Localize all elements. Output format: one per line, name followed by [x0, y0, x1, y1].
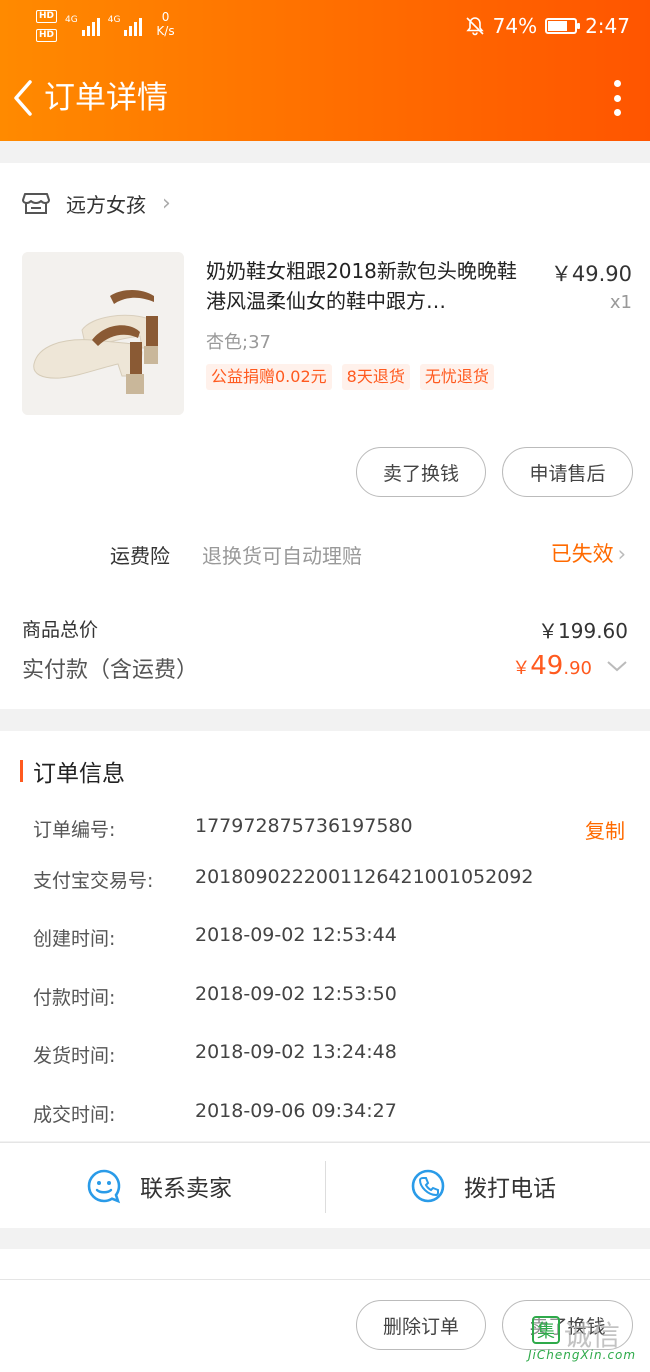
info-value: 2018-09-02 12:53:50 [195, 983, 397, 1005]
product-spec: 杏色;37 [206, 332, 271, 353]
tag-8day-return: 8天退货 [341, 364, 410, 390]
network-label: 4G [107, 15, 121, 25]
info-label: 付款时间: [33, 987, 116, 1009]
info-label: 支付宝交易号: [33, 870, 154, 892]
goods-total-label: 商品总价 [22, 619, 99, 641]
status-right: 74% 2:47 [465, 14, 630, 38]
tag-worry-free-return: 无忧退货 [419, 364, 494, 390]
paid-integer: 49 [530, 651, 564, 681]
paid-currency: ￥ [512, 658, 531, 679]
product-quantity: x1 [609, 292, 632, 313]
more-menu-icon[interactable] [612, 80, 622, 116]
divider [0, 1279, 650, 1280]
paid-decimal: .90 [563, 658, 592, 679]
insurance-label: 运费险 [110, 544, 170, 568]
hd-indicators: HD HD [36, 10, 58, 42]
contact-seller-label: 联系卖家 [140, 1176, 232, 1202]
divider [325, 1161, 326, 1213]
network-speed: 0 K/s [156, 10, 174, 38]
mute-bell-icon [465, 17, 484, 36]
hd-badge: HD [36, 29, 58, 42]
paid-amount-value: ￥49.90 [512, 651, 592, 681]
goods-total-value: ￥199.60 [538, 619, 628, 643]
order-number-row: 订单编号: 177972875736197580 复制 [33, 815, 633, 845]
insurance-status[interactable]: 已失效 › [551, 538, 626, 568]
insurance-desc: 退换货可自动理赔 [202, 544, 362, 568]
info-value: 2018-09-02 12:53:44 [195, 924, 397, 946]
service-tags: 公益捐赠0.02元 8天退货 无忧退货 [206, 364, 494, 390]
info-label: 成交时间: [33, 1104, 116, 1126]
delete-order-button[interactable]: 删除订单 [356, 1300, 486, 1350]
nav-bar: 订单详情 [0, 66, 650, 130]
info-value: 2018-09-02 13:24:48 [195, 1041, 397, 1063]
shoe-image [22, 252, 184, 415]
product-price: ￥49.90 [550, 262, 632, 286]
info-label: 订单编号: [33, 819, 116, 841]
product-thumbnail[interactable] [22, 252, 184, 415]
signal-icon: 4G [65, 14, 100, 36]
page-title: 订单详情 [44, 80, 168, 116]
order-info-title: 订单信息 [20, 756, 125, 787]
app-header: HD HD 4G 4G 0 K/s 74% 2:47 订单详情 [0, 0, 650, 141]
info-value: 2018-09-06 09:34:27 [195, 1100, 397, 1122]
watermark-url: JiChengXin.com [528, 1348, 637, 1362]
insurance-status-text: 已失效 [550, 542, 614, 566]
copy-button[interactable]: 复制 [585, 815, 625, 844]
created-time-row: 创建时间: 2018-09-02 12:53:44 [33, 924, 633, 954]
after-sale-button[interactable]: 申请售后 [502, 447, 633, 497]
shop-name: 远方女孩 [66, 192, 146, 217]
tag-donation: 公益捐赠0.02元 [206, 364, 332, 390]
battery-percent: 74% [492, 14, 538, 38]
sell-for-cash-button[interactable]: 卖了换钱 [356, 447, 486, 497]
chevron-right-icon: › [162, 190, 171, 216]
store-icon [22, 193, 50, 214]
watermark-icon: 集 [532, 1316, 560, 1344]
info-label: 发货时间: [33, 1045, 116, 1067]
contact-bar: 联系卖家 拨打电话 [0, 1142, 650, 1228]
info-value: 2018090222001126421001052092 [195, 866, 534, 888]
status-bar: HD HD 4G 4G 0 K/s 74% 2:47 [0, 0, 650, 56]
chevron-down-icon[interactable] [606, 655, 628, 677]
shop-link[interactable]: 远方女孩 › [22, 188, 171, 218]
contact-seller-button[interactable]: 联系卖家 [86, 1143, 232, 1229]
signal-icon: 4G [108, 14, 143, 36]
phone-icon [411, 1169, 445, 1203]
speed-unit: K/s [156, 24, 175, 38]
call-phone-label: 拨打电话 [464, 1176, 556, 1202]
completed-time-row: 成交时间: 2018-09-06 09:34:27 [33, 1100, 633, 1130]
network-label: 4G [65, 15, 78, 25]
product-title[interactable]: 奶奶鞋女粗跟2018新款包头晚晚鞋港风温柔仙女的鞋中跟方… [206, 256, 526, 316]
hd-badge: HD [36, 10, 58, 23]
watermark-logo: 集 诚信 JiChengXin.com [524, 1308, 644, 1368]
status-left: HD HD 4G 4G 0 K/s [36, 10, 175, 42]
call-phone-button[interactable]: 拨打电话 [410, 1143, 556, 1229]
chat-bubble-icon [87, 1169, 121, 1204]
info-value: 177972875736197580 [195, 815, 413, 837]
paid-time-row: 付款时间: 2018-09-02 12:53:50 [33, 983, 633, 1013]
info-label: 创建时间: [33, 928, 116, 950]
back-arrow-icon[interactable] [8, 76, 42, 120]
shipped-time-row: 发货时间: 2018-09-02 13:24:48 [33, 1041, 633, 1071]
paid-amount-label: 实付款（含运费） [22, 658, 199, 683]
alipay-trade-row: 支付宝交易号: 2018090222001126421001052092 [33, 866, 633, 896]
battery-icon [545, 18, 581, 34]
speed-value: 0 [161, 10, 170, 24]
chevron-right-icon: › [617, 542, 626, 566]
clock: 2:47 [585, 14, 630, 38]
